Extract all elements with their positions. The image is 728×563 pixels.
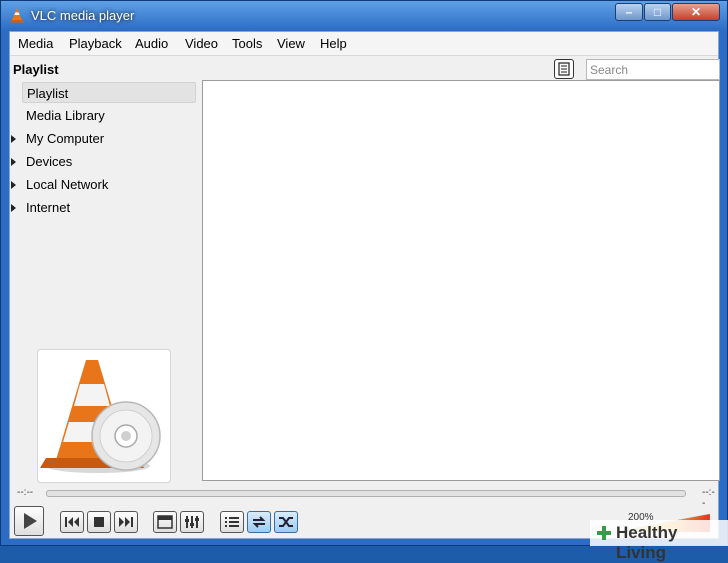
menu-audio[interactable]: Audio — [135, 36, 168, 51]
remaining-time[interactable]: --:-- — [702, 487, 718, 509]
expand-arrow-icon[interactable] — [11, 181, 16, 189]
extended-settings-button[interactable] — [180, 511, 204, 533]
shuffle-button[interactable] — [274, 511, 298, 533]
loop-icon — [252, 516, 266, 528]
expand-arrow-icon[interactable] — [11, 158, 16, 166]
maximize-button[interactable]: □ — [644, 3, 671, 21]
watermark: Healthy Living — [590, 520, 728, 562]
minimize-icon: – — [625, 5, 633, 19]
playlist-heading: Playlist — [13, 62, 59, 77]
next-icon — [119, 517, 133, 527]
previous-button[interactable] — [60, 511, 84, 533]
menu-view[interactable]: View — [277, 36, 305, 51]
watermark-text: Healthy Living — [616, 523, 678, 562]
album-art — [37, 349, 171, 483]
sidebar-item-label: Devices — [26, 154, 73, 169]
vlc-window: VLC media player – □ ✕ Media Playback Au… — [0, 0, 728, 546]
health-cross-icon — [597, 526, 611, 540]
menu-media[interactable]: Media — [18, 36, 53, 51]
play-button[interactable] — [14, 506, 44, 536]
menu-video[interactable]: Video — [185, 36, 218, 51]
sidebar-item-internet[interactable]: Internet — [11, 197, 196, 218]
sidebar-item-label: Local Network — [26, 177, 109, 192]
shuffle-icon — [279, 517, 293, 527]
main-panel: Media Playback Audio Video Tools View He… — [9, 31, 720, 539]
toggle-playlist-button[interactable] — [220, 511, 244, 533]
close-button[interactable]: ✕ — [672, 3, 720, 21]
close-icon: ✕ — [690, 5, 702, 19]
sidebar-item-playlist[interactable]: Playlist — [22, 82, 196, 103]
menu-bar: Media Playback Audio Video Tools View He… — [10, 32, 718, 56]
sidebar-item-devices[interactable]: Devices — [11, 151, 196, 172]
previous-icon — [65, 517, 79, 527]
playlist-search-input[interactable] — [586, 59, 720, 80]
vlc-cone-cd-icon — [40, 360, 161, 473]
sidebar-item-local-network[interactable]: Local Network — [11, 174, 196, 195]
menu-playback[interactable]: Playback — [69, 36, 122, 51]
sidebar-item-label: Media Library — [26, 108, 105, 123]
minimize-button[interactable]: – — [615, 3, 643, 21]
sidebar-item-label: Internet — [26, 200, 71, 215]
next-button[interactable] — [114, 511, 138, 533]
playlist-content[interactable] — [202, 80, 720, 481]
sidebar-item-media-library[interactable]: Media Library — [22, 105, 196, 126]
expand-arrow-icon[interactable] — [11, 135, 16, 143]
loop-button[interactable] — [247, 511, 271, 533]
sidebar-item-my-computer[interactable]: My Computer — [11, 128, 196, 149]
list-view-icon — [558, 62, 570, 76]
title-bar[interactable]: VLC media player – □ ✕ — [1, 1, 727, 31]
expand-arrow-icon[interactable] — [11, 204, 16, 212]
playlist-icon — [225, 517, 239, 527]
stop-button[interactable] — [87, 511, 111, 533]
playlist-view-button[interactable] — [554, 59, 574, 79]
window-title: VLC media player — [31, 8, 135, 23]
vlc-cone-icon — [10, 8, 24, 23]
play-icon — [24, 513, 37, 529]
sidebar-item-label: My Computer — [26, 131, 105, 146]
fullscreen-button[interactable] — [153, 511, 177, 533]
menu-help[interactable]: Help — [320, 36, 347, 51]
maximize-icon: □ — [653, 5, 662, 19]
menu-tools[interactable]: Tools — [232, 36, 262, 51]
equalizer-icon — [185, 516, 199, 528]
elapsed-time: --:-- — [17, 487, 34, 498]
seek-slider[interactable] — [46, 490, 686, 497]
stop-icon — [94, 517, 104, 527]
fullscreen-icon — [157, 515, 173, 529]
sidebar-item-label: Playlist — [27, 86, 69, 101]
